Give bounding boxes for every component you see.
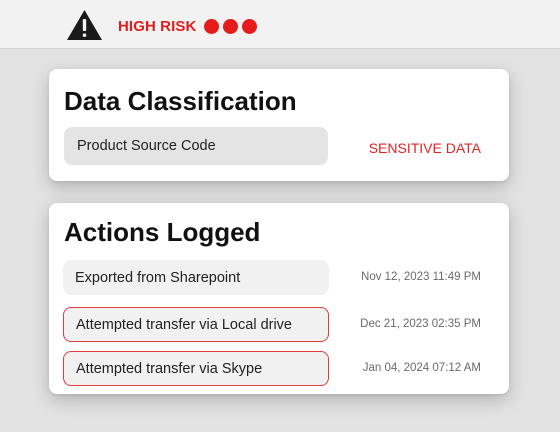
action-row-flagged[interactable]: Attempted transfer via Local drive <box>63 307 329 342</box>
risk-header: HIGH RISK <box>0 0 560 49</box>
action-label: Exported from Sharepoint <box>75 269 241 286</box>
classification-item-label: Product Source Code <box>77 138 216 154</box>
actions-logged-card: Actions Logged Exported from Sharepoint … <box>49 203 509 394</box>
action-timestamp: Jan 04, 2024 07:12 AM <box>362 362 481 374</box>
risk-dot <box>204 19 219 34</box>
sensitivity-tag: SENSITIVE DATA <box>368 140 481 156</box>
risk-level-label: HIGH RISK <box>118 18 197 35</box>
risk-dot <box>223 19 238 34</box>
classification-item: Product Source Code <box>64 127 328 165</box>
actions-logged-title: Actions Logged <box>64 217 261 247</box>
action-label: Attempted transfer via Local drive <box>76 316 292 333</box>
data-classification-card: Data Classification Product Source Code … <box>49 69 509 181</box>
action-timestamp: Nov 12, 2023 11:49 PM <box>361 271 481 283</box>
data-classification-title: Data Classification <box>64 86 297 116</box>
risk-indicator-dots <box>204 19 257 34</box>
risk-dot <box>242 19 257 34</box>
action-label: Attempted transfer via Skype <box>76 360 263 377</box>
action-timestamp: Dec 21, 2023 02:35 PM <box>360 318 481 330</box>
warning-triangle-icon <box>67 10 102 40</box>
action-row[interactable]: Exported from Sharepoint <box>63 260 329 295</box>
action-row-flagged[interactable]: Attempted transfer via Skype <box>63 351 329 386</box>
